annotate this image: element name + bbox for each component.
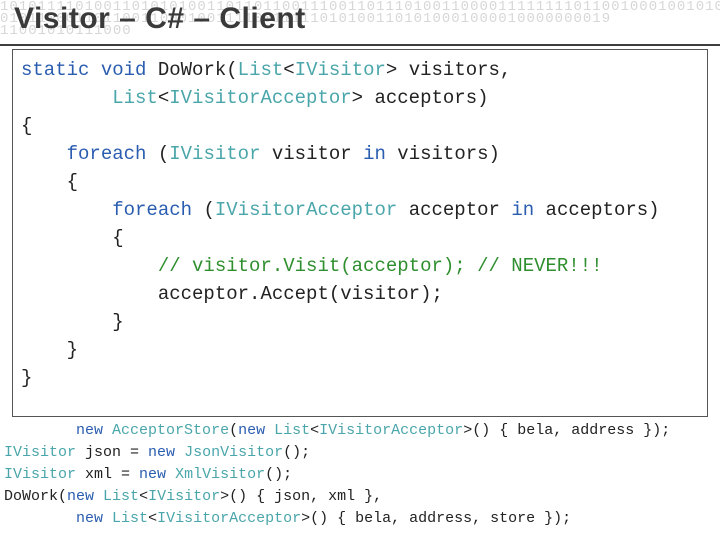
code-block-main: static void DoWork(List<IVisitor> visito… (12, 49, 708, 417)
code-token: acceptors) (534, 199, 659, 221)
code-token: > acceptors) (352, 87, 489, 109)
code-token: new (76, 510, 103, 527)
code-token (103, 422, 112, 439)
code-token: List (238, 59, 284, 81)
code-token: new (238, 422, 265, 439)
code-token: < (283, 59, 294, 81)
code-token: } (21, 311, 124, 333)
code-token: IVisitorAcceptor (169, 87, 351, 109)
code-token (21, 199, 112, 221)
code-token: } (21, 339, 78, 361)
code-token: >() { bela, address }); (463, 422, 670, 439)
code-token: XmlVisitor (175, 466, 265, 483)
code-token: JsonVisitor (184, 444, 283, 461)
code-token: < (148, 510, 157, 527)
code-token (21, 143, 67, 165)
code-token: List (103, 488, 139, 505)
code-token: ( (229, 422, 238, 439)
code-token: ( (146, 143, 169, 165)
code-token: ( (226, 59, 237, 81)
code-token: acceptor (397, 199, 511, 221)
code-token: in (511, 199, 534, 221)
code-token (175, 444, 184, 461)
code-token (94, 488, 103, 505)
code-token: foreach (67, 143, 147, 165)
code-token (21, 87, 112, 109)
code-token: void (89, 59, 157, 81)
code-token: { (21, 171, 78, 193)
code-token: List (112, 510, 148, 527)
code-comment: // visitor.Visit(acceptor); // NEVER!!! (158, 255, 603, 277)
code-token: AcceptorStore (112, 422, 229, 439)
code-token: IVisitorAcceptor (215, 199, 397, 221)
code-token (103, 510, 112, 527)
code-token: { (21, 115, 32, 137)
code-token: < (158, 87, 169, 109)
code-token: new (139, 466, 166, 483)
code-token: new (148, 444, 175, 461)
code-token: >() { bela, address, store }); (301, 510, 571, 527)
code-token: (); (265, 466, 292, 483)
code-token: >() { json, xml }, (220, 488, 382, 505)
code-token: new (67, 488, 94, 505)
code-token: visitors) (386, 143, 500, 165)
page-title: Visitor – C# – Client (14, 2, 306, 36)
code-token: > visitors, (386, 59, 511, 81)
code-token: < (139, 488, 148, 505)
code-token: < (310, 422, 319, 439)
code-token: DoWork( (4, 488, 67, 505)
code-token: } (21, 367, 32, 389)
code-block-secondary: new AcceptorStore(new List<IVisitorAccep… (4, 420, 716, 530)
code-token: ( (192, 199, 215, 221)
code-token: acceptor.Accept(visitor); (21, 283, 443, 305)
code-token: foreach (112, 199, 192, 221)
title-divider (0, 44, 720, 46)
code-token: List (274, 422, 310, 439)
code-token: IVisitorAcceptor (157, 510, 301, 527)
slide: 1010111101001101010100110110110011100110… (0, 0, 720, 540)
code-token (4, 422, 76, 439)
code-token: IVisitor (4, 466, 76, 483)
code-token: visitor (260, 143, 363, 165)
code-token: List (112, 87, 158, 109)
code-token (4, 510, 76, 527)
code-token: xml = (76, 466, 139, 483)
code-token: (); (283, 444, 310, 461)
code-token: in (363, 143, 386, 165)
code-token: IVisitor (169, 143, 260, 165)
code-token: IVisitor (148, 488, 220, 505)
code-token: json = (76, 444, 148, 461)
code-token (265, 422, 274, 439)
code-token: { (21, 227, 124, 249)
code-token: IVisitor (295, 59, 386, 81)
code-token (166, 466, 175, 483)
code-token: new (76, 422, 103, 439)
code-token: IVisitor (4, 444, 76, 461)
code-token: IVisitorAcceptor (319, 422, 463, 439)
code-token (21, 255, 158, 277)
code-token: DoWork (158, 59, 226, 81)
code-token: static (21, 59, 89, 81)
